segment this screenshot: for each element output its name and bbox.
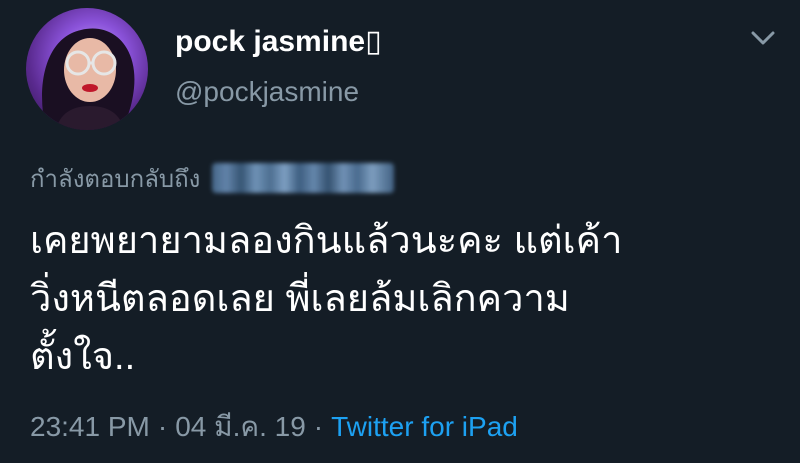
avatar[interactable] [26, 8, 148, 130]
reply-context: กำลังตอบกลับถึง [30, 158, 395, 198]
tweet-line: เคยพยายามลองกินแล้วนะคะ แต่เค้า [30, 220, 623, 262]
display-name-emoji-glyph: ▯ [365, 25, 382, 58]
reply-label: กำลังตอบกลับถึง [30, 165, 201, 193]
tweet-time[interactable]: 23:41 PM [30, 411, 150, 442]
chevron-down-icon[interactable] [748, 26, 778, 50]
user-handle[interactable]: @pockjasmine [175, 76, 359, 108]
tweet-date[interactable]: 04 มี.ค. 19 [175, 411, 306, 442]
meta-separator: · [313, 411, 324, 442]
tweet-line: วิ่งหนีตลอดเลย พี่เลยล้มเลิกความ [30, 278, 570, 320]
tweet-line: ตั้งใจ.. [30, 336, 136, 378]
tweet-meta: 23:41 PM · 04 มี.ค. 19 · Twitter for iPad [30, 405, 518, 449]
blurred-reply-handle[interactable] [212, 163, 395, 193]
meta-separator: · [157, 411, 168, 442]
tweet-text: เคยพยายามลองกินแล้วนะคะ แต่เค้า วิ่งหนีต… [30, 212, 780, 386]
tweet-source-link[interactable]: Twitter for iPad [331, 411, 518, 442]
display-name-text: pock jasmine [175, 25, 366, 58]
tweet-card: pock jasmine▯ @pockjasmine กำลังตอบกลับถ… [0, 0, 800, 463]
display-name[interactable]: pock jasmine▯ [175, 24, 382, 59]
